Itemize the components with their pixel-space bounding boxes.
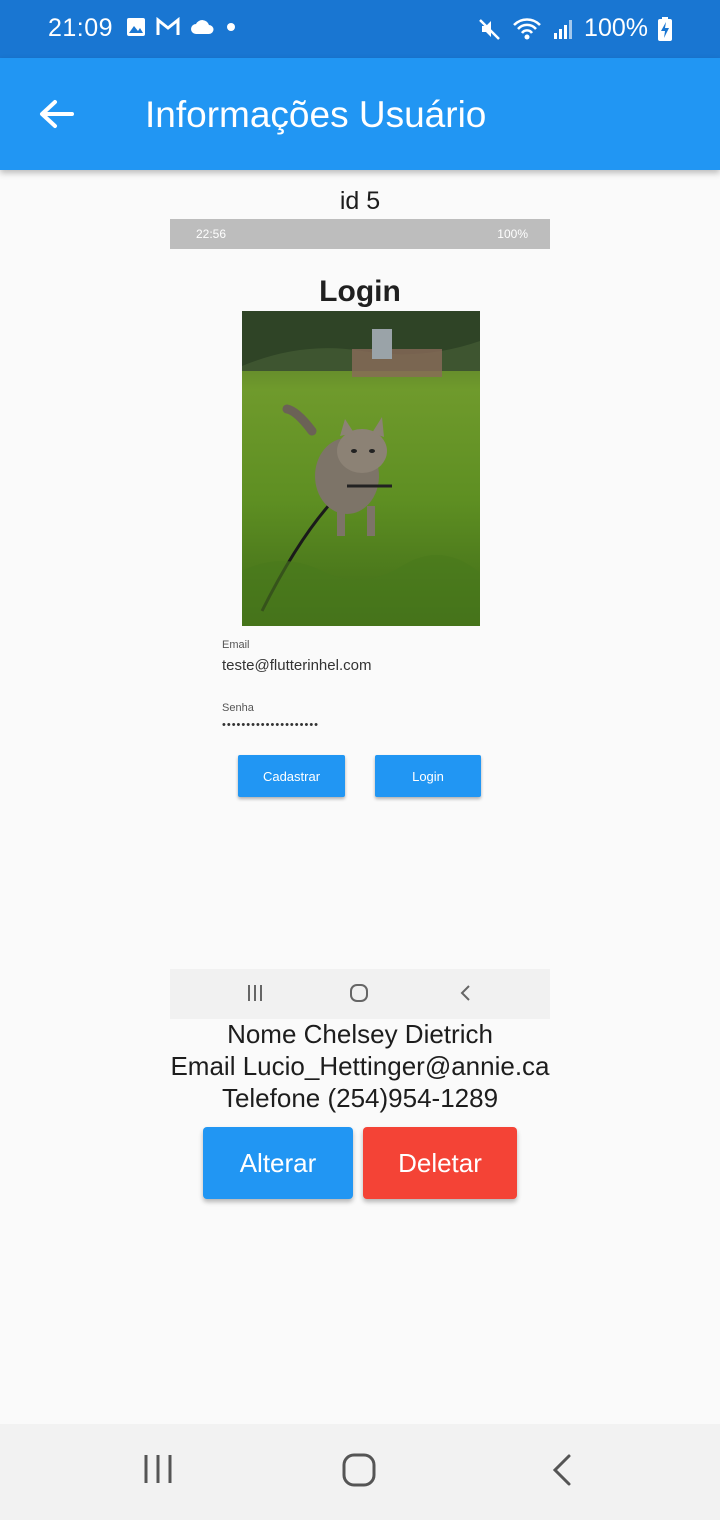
home-icon[interactable] (341, 1452, 377, 1488)
photo-senha-value: •••••••••••••••••••• (222, 719, 320, 731)
photo-login-button: Login (375, 755, 481, 797)
battery-charging-icon (658, 16, 672, 41)
battery-percent: 100% (584, 14, 648, 42)
status-time: 21:09 (48, 14, 114, 42)
photo-senha-label: Senha (222, 702, 254, 714)
photo-email-label: Email (222, 639, 250, 651)
photo-status-battery: 100% (497, 227, 528, 241)
alterar-button[interactable]: Alterar (203, 1127, 353, 1199)
cloud-icon (191, 20, 214, 34)
user-email: Email Lucio_Hettinger@annie.ca (170, 1051, 550, 1081)
notification-icons (126, 17, 238, 37)
system-icons: 100% (478, 14, 672, 43)
photo-recents-icon (248, 985, 262, 1001)
recents-icon[interactable] (141, 1452, 175, 1486)
photo-cadastrar-button: Cadastrar (238, 755, 345, 797)
user-id: id 5 (339, 187, 381, 215)
photo-home-icon (350, 984, 368, 1002)
system-nav-bar (0, 1424, 720, 1520)
page-title: Informações Usuário (145, 94, 487, 135)
user-photo: 22:56 100% Login Email teste@flutterinhe… (170, 219, 550, 1019)
cat-photo (242, 311, 480, 626)
deletar-button[interactable]: Deletar (363, 1127, 517, 1199)
photo-status-bar: 22:56 100% (170, 219, 550, 249)
photo-back-icon (460, 985, 470, 1001)
user-telefone: Telefone (254)954-1289 (221, 1083, 499, 1113)
photo-email-value: teste@flutterinhel.com (222, 657, 372, 674)
photo-nav-bar (170, 969, 550, 1019)
back-icon[interactable] (547, 1452, 577, 1488)
gmail-icon (156, 17, 180, 35)
image-icon (127, 18, 145, 36)
app-bar: Informações Usuário (0, 58, 720, 170)
photo-status-time: 22:56 (196, 227, 227, 241)
back-arrow-icon[interactable] (36, 94, 76, 134)
signal-icon (554, 19, 573, 39)
status-bar: 21:09 100% (0, 0, 720, 58)
user-nome: Nome Chelsey Dietrich (227, 1019, 493, 1049)
wifi-icon (513, 17, 541, 39)
photo-login-title: Login (319, 275, 401, 308)
dot-icon (227, 23, 235, 31)
mute-icon (479, 18, 500, 40)
